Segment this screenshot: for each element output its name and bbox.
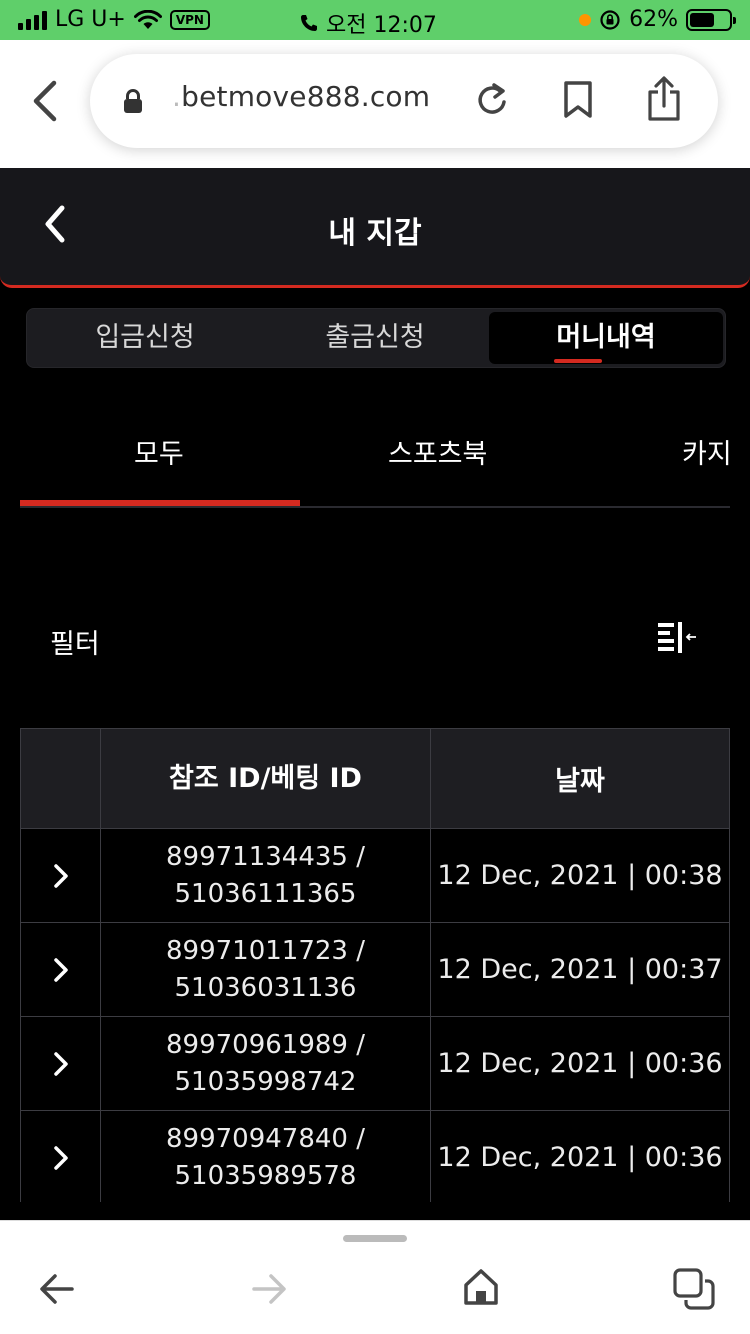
expand-row-button[interactable] <box>21 829 101 922</box>
filter-toggle-icon[interactable] <box>656 620 700 656</box>
category-tab-sportsbook[interactable]: 스포츠북 <box>388 432 487 471</box>
phone-icon <box>301 15 317 31</box>
wallet-tabs: 입금신청 출금신청 머니내역 <box>26 308 726 368</box>
ref-id: 89970947840 / <box>166 1123 365 1154</box>
ref-bet-id-cell: 89970961989 / 51035998742 <box>101 1017 431 1110</box>
chevron-right-icon <box>53 1051 68 1076</box>
ref-bet-id-cell: 89970947840 / 51035989578 <box>101 1111 431 1202</box>
date-cell: 12 Dec, 2021 | 00:36 <box>437 1048 723 1079</box>
table-row[interactable]: 89971134435 / 51036111365 12 Dec, 2021 |… <box>21 828 729 922</box>
app-header: 내 지갑 <box>0 168 750 288</box>
date-column-header: 날짜 <box>555 766 605 797</box>
table-row[interactable]: 89970961989 / 51035998742 12 Dec, 2021 |… <box>21 1016 729 1110</box>
category-tab-all[interactable]: 모두 <box>134 432 184 471</box>
expand-row-button[interactable] <box>21 1111 101 1202</box>
chevron-right-icon <box>53 957 68 982</box>
share-icon[interactable] <box>646 76 682 122</box>
table-header-row: 참조 ID/베팅 ID 날짜 <box>21 728 729 828</box>
status-left: LG U+ VPN <box>18 7 210 32</box>
date-cell: 12 Dec, 2021 | 00:36 <box>437 1142 723 1173</box>
chevron-right-icon <box>53 1145 68 1170</box>
tabs-icon[interactable] <box>672 1267 716 1311</box>
arrow-left-icon[interactable] <box>38 1271 76 1307</box>
category-active-indicator <box>20 500 300 506</box>
battery-percent: 62% <box>629 7 678 32</box>
ref-bet-id-cell: 89971011723 / 51036031136 <box>101 923 431 1016</box>
bet-id: 51035989578 <box>174 1160 357 1191</box>
reload-icon[interactable] <box>474 80 510 120</box>
chevron-left-icon <box>33 80 57 122</box>
category-tabs-divider <box>20 506 730 508</box>
browser-url-area: .betmove888.com <box>0 40 750 168</box>
active-tab-indicator <box>554 359 602 363</box>
mic-indicator-icon <box>579 13 592 26</box>
url-text: .betmove888.com <box>172 80 431 113</box>
cell-signal-icon <box>18 10 47 30</box>
bet-id: 51036111365 <box>174 878 357 909</box>
expand-row-button[interactable] <box>21 1017 101 1110</box>
page-title: 내 지갑 <box>328 216 422 251</box>
battery-fill <box>690 12 714 27</box>
expand-column-header <box>21 729 101 828</box>
date-cell: 12 Dec, 2021 | 00:38 <box>437 860 723 891</box>
browser-back-button[interactable] <box>22 76 66 126</box>
ref-id: 89971011723 / <box>166 935 365 966</box>
category-tab-casino[interactable]: 카지 <box>682 432 732 471</box>
ref-bet-id-cell: 89971134435 / 51036111365 <box>101 829 431 922</box>
chevron-right-icon <box>53 863 68 888</box>
tab-money-history[interactable]: 머니내역 <box>489 312 723 364</box>
ref-bet-id-column-header: 참조 ID/베팅 ID <box>101 729 431 828</box>
status-center: 오전 12:07 <box>300 7 437 39</box>
lock-icon <box>124 89 142 113</box>
clock: 오전 12:07 <box>326 13 437 38</box>
tab-deposit-request[interactable]: 입금신청 <box>27 309 263 367</box>
bookmark-icon[interactable] <box>562 80 594 120</box>
battery-icon <box>686 8 736 31</box>
table-row[interactable]: 89970947840 / 51035989578 12 Dec, 2021 |… <box>21 1110 729 1202</box>
bet-id: 51035998742 <box>174 1066 357 1097</box>
bet-id: 51036031136 <box>174 972 357 1003</box>
money-history-table: 참조 ID/베팅 ID 날짜 89971134435 / 51036111365… <box>20 728 730 1202</box>
arrow-right-icon[interactable] <box>250 1271 288 1307</box>
date-cell: 12 Dec, 2021 | 00:37 <box>437 954 723 985</box>
tab-withdraw-request[interactable]: 출금신청 <box>263 309 487 367</box>
ref-id: 89971134435 / <box>166 841 365 872</box>
filter-label: 필터 <box>50 629 100 660</box>
browser-bottom-toolbar <box>0 1220 750 1334</box>
toolbar-grabber[interactable] <box>343 1235 407 1242</box>
home-icon[interactable] <box>462 1267 500 1307</box>
status-bar: LG U+ VPN 오전 12:07 62% <box>0 0 750 40</box>
ref-id: 89970961989 / <box>166 1029 365 1060</box>
address-bar[interactable]: .betmove888.com <box>90 54 718 148</box>
expand-row-button[interactable] <box>21 923 101 1016</box>
orientation-lock-icon <box>600 9 620 30</box>
status-right: 62% <box>579 7 736 32</box>
vpn-badge: VPN <box>169 9 210 30</box>
carrier-label: LG U+ <box>55 7 126 32</box>
table-row[interactable]: 89971011723 / 51036031136 12 Dec, 2021 |… <box>21 922 729 1016</box>
wifi-icon <box>133 9 162 29</box>
